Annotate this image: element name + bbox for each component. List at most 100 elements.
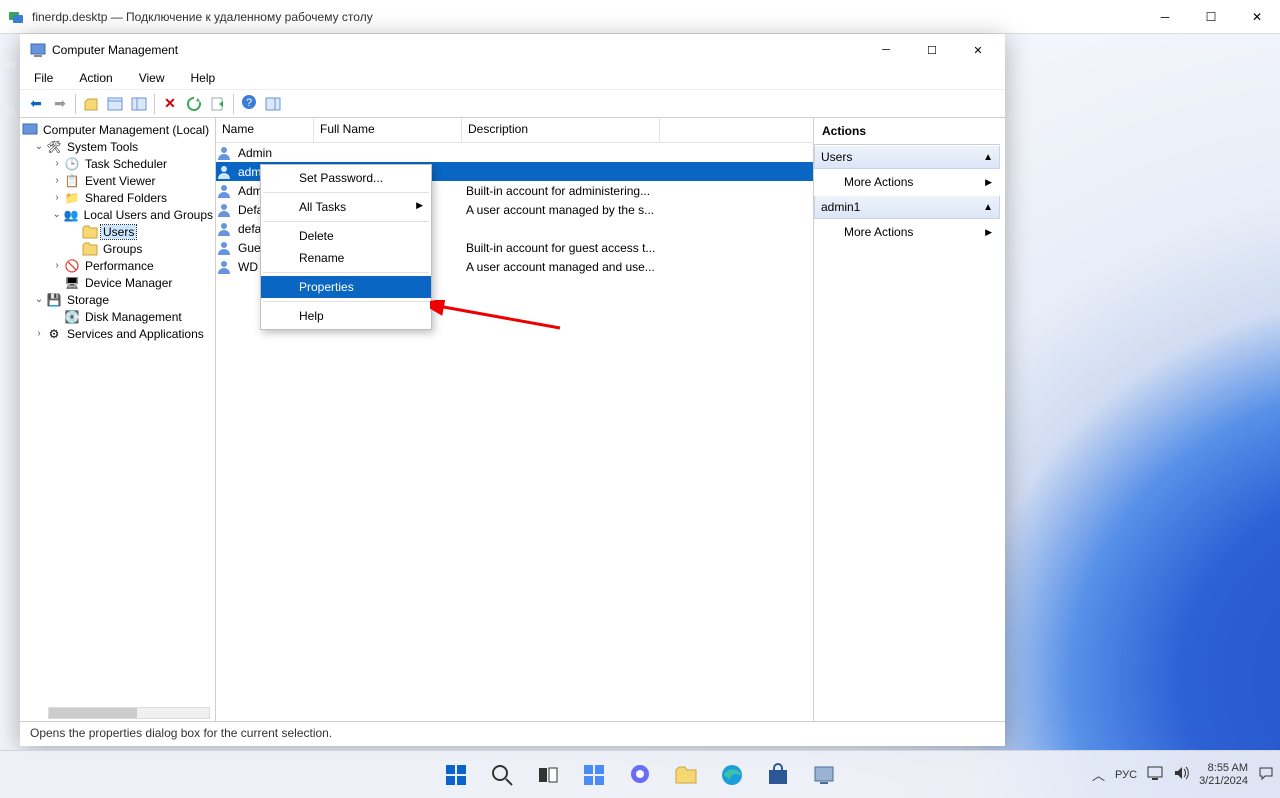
tray-volume-icon[interactable] <box>1173 766 1189 783</box>
compmgmt-minimize-button[interactable]: ─ <box>863 36 909 64</box>
compmgmt-window: Computer Management ─ ☐ ✕ File Action Vi… <box>20 34 1005 746</box>
expander-icon[interactable]: ⌄ <box>32 141 46 152</box>
collapse-icon: ▲ <box>983 202 993 213</box>
tree-services-apps[interactable]: Services and Applications <box>65 327 206 341</box>
taskview-button[interactable] <box>528 755 568 795</box>
tray-network-icon[interactable] <box>1147 766 1163 783</box>
actions-header: Actions <box>814 118 1000 145</box>
tray-notifications-icon[interactable] <box>1258 765 1274 784</box>
tb-refresh-button[interactable] <box>182 92 206 116</box>
menu-file[interactable]: File <box>28 69 59 87</box>
ctx-properties[interactable]: Properties <box>261 276 431 298</box>
menu-action[interactable]: Action <box>73 69 118 87</box>
actions-group-users[interactable]: Users ▲ <box>814 145 1000 169</box>
user-icon <box>216 183 232 199</box>
wrench-icon: 🛠 <box>46 139 62 155</box>
list-row[interactable]: Admin <box>216 143 813 162</box>
expander-icon[interactable]: › <box>32 328 46 339</box>
compmgmt-close-button[interactable]: ✕ <box>955 36 1001 64</box>
user-icon <box>216 202 232 218</box>
actions-group-label: admin1 <box>821 200 860 214</box>
col-name[interactable]: Name <box>216 118 314 142</box>
ctx-rename[interactable]: Rename <box>261 247 431 269</box>
col-description[interactable]: Description <box>462 118 660 142</box>
tb-export-button[interactable] <box>206 92 230 116</box>
tree-users[interactable]: Users <box>101 225 136 239</box>
system-tray: ︿ РУС 8:55 AM 3/21/2024 <box>1092 762 1274 787</box>
menu-view[interactable]: View <box>133 69 171 87</box>
ctx-item-label: All Tasks <box>299 200 346 214</box>
tb-up-button[interactable] <box>79 92 103 116</box>
share-icon: 📁 <box>64 190 80 206</box>
expander-icon[interactable]: › <box>50 158 64 169</box>
tree-panel[interactable]: Computer Management (Local) ⌄🛠System Too… <box>20 118 216 721</box>
cell-desc: Built-in account for guest access t... <box>462 241 660 255</box>
desktop-icon-cut[interactable]: Re <box>1 60 19 71</box>
tree-performance[interactable]: Performance <box>83 259 156 273</box>
col-fullname[interactable]: Full Name <box>314 118 462 142</box>
tree-disk-management[interactable]: Disk Management <box>83 310 184 324</box>
tree-scrollbar[interactable] <box>48 707 210 719</box>
delete-x-icon: ✕ <box>164 95 176 112</box>
outer-minimize-button[interactable]: ─ <box>1142 2 1188 32</box>
context-menu: Set Password... All Tasks ▶ Delete Renam… <box>260 164 432 330</box>
outer-close-button[interactable]: ✕ <box>1234 2 1280 32</box>
expander-icon[interactable]: › <box>50 175 64 186</box>
app-button[interactable] <box>804 755 844 795</box>
ctx-set-password[interactable]: Set Password... <box>261 167 431 189</box>
actions-more-users[interactable]: More Actions ▶ <box>814 169 1000 195</box>
user-icon <box>216 164 232 180</box>
tree-event-viewer[interactable]: Event Viewer <box>83 174 157 188</box>
compmgmt-title: Computer Management <box>52 43 863 57</box>
search-button[interactable] <box>482 755 522 795</box>
tray-language[interactable]: РУС <box>1115 769 1137 781</box>
expander-icon[interactable]: ⌄ <box>50 209 63 220</box>
tb-delete-button[interactable]: ✕ <box>158 92 182 116</box>
menu-help[interactable]: Help <box>185 69 222 87</box>
tray-date-text: 3/21/2024 <box>1199 775 1248 788</box>
actions-more-admin1[interactable]: More Actions ▶ <box>814 219 1000 245</box>
tree-root[interactable]: Computer Management (Local) <box>41 123 211 137</box>
tb-showhide-button[interactable] <box>103 92 127 116</box>
compmgmt-maximize-button[interactable]: ☐ <box>909 36 955 64</box>
tree-shared-folders[interactable]: Shared Folders <box>83 191 169 205</box>
store-button[interactable] <box>758 755 798 795</box>
tree-storage[interactable]: Storage <box>65 293 111 307</box>
desktop-icons-left: Re M <box>1 60 19 118</box>
statusbar: Opens the properties dialog box for the … <box>20 722 1005 746</box>
tb-sep3 <box>233 94 234 114</box>
tree-groups[interactable]: Groups <box>101 242 144 256</box>
explorer-button[interactable] <box>666 755 706 795</box>
tb-back-button[interactable]: ⬅ <box>24 92 48 116</box>
ctx-sep <box>263 221 429 222</box>
expander-icon[interactable]: › <box>50 260 64 271</box>
chat-button[interactable] <box>620 755 660 795</box>
expander-icon[interactable]: ⌄ <box>32 294 46 305</box>
submenu-icon: ▶ <box>416 200 423 211</box>
tb-showhide3-button[interactable] <box>261 92 285 116</box>
widgets-button[interactable] <box>574 755 614 795</box>
tray-overflow-button[interactable]: ︿ <box>1092 765 1105 784</box>
start-button[interactable] <box>436 755 476 795</box>
tree-local-users[interactable]: Local Users and Groups <box>82 208 215 222</box>
tree-task-scheduler[interactable]: Task Scheduler <box>83 157 169 171</box>
ctx-help[interactable]: Help <box>261 305 431 327</box>
ctx-delete[interactable]: Delete <box>261 225 431 247</box>
tree-systemtools[interactable]: System Tools <box>65 140 140 154</box>
tree-device-manager[interactable]: Device Manager <box>83 276 174 290</box>
tb-forward-button[interactable]: ➡ <box>48 92 72 116</box>
tray-clock[interactable]: 8:55 AM 3/21/2024 <box>1199 762 1248 787</box>
scroll-thumb[interactable] <box>49 708 137 718</box>
desktop-icon-cut2[interactable]: M <box>1 107 19 118</box>
tb-showhide2-button[interactable] <box>127 92 151 116</box>
expander-icon[interactable]: › <box>50 192 64 203</box>
actions-item-label: More Actions <box>844 225 913 239</box>
ctx-sep <box>263 272 429 273</box>
edge-button[interactable] <box>712 755 752 795</box>
compmgmt-titlebar[interactable]: Computer Management ─ ☐ ✕ <box>20 34 1005 66</box>
actions-group-admin1[interactable]: admin1 ▲ <box>814 195 1000 219</box>
outer-maximize-button[interactable]: ☐ <box>1188 2 1234 32</box>
tb-help-button[interactable]: ? <box>237 92 261 116</box>
ctx-all-tasks[interactable]: All Tasks ▶ <box>261 196 431 218</box>
ctx-sep <box>263 192 429 193</box>
